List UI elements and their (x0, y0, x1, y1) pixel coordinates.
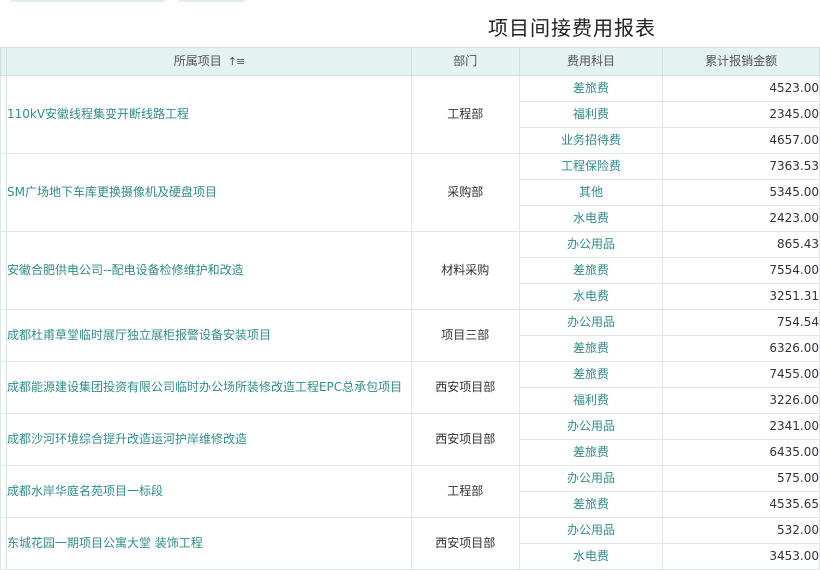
project-cell[interactable]: 成都水岸华庭名苑项目一标段 (5, 465, 412, 518)
header-department: 部门 (410, 47, 520, 76)
project-cell[interactable]: 成都杜甫草堂临时展厅独立展柜报警设备安装项目 (5, 309, 412, 362)
amount-cell: 6435.00 (662, 439, 820, 466)
amount-cell: 3226.00 (662, 387, 820, 414)
category-cell: 办公用品 (518, 309, 664, 336)
category-cell: 差旅费 (518, 361, 664, 388)
amount-cell: 4657.00 (662, 127, 820, 154)
department-cell: 采购部 (410, 153, 520, 232)
amount-cell: 865.43 (662, 231, 820, 258)
department-cell: 材料采购 (410, 231, 520, 310)
category-cell: 办公用品 (518, 517, 664, 544)
department-cell: 工程部 (410, 75, 520, 154)
amount-cell: 3251.31 (662, 283, 820, 310)
category-cell: 水电费 (518, 543, 664, 570)
amount-cell: 6326.00 (662, 335, 820, 362)
project-cell[interactable]: SM广场地下车库更换摄像机及硬盘项目 (5, 153, 412, 232)
amount-cell: 4523.00 (662, 75, 820, 102)
amount-cell: 5345.00 (662, 179, 820, 206)
report-title: 项目间接费用报表 (488, 16, 656, 40)
project-cell[interactable]: 110kV安徽线程集变开断线路工程 (5, 75, 412, 154)
category-cell: 福利费 (518, 387, 664, 414)
table-row: 成都杜甫草堂临时展厅独立展柜报警设备安装项目 项目三部 办公用品 754.54 (0, 309, 820, 362)
amount-cell: 2345.00 (662, 101, 820, 128)
category-cell: 办公用品 (518, 465, 664, 492)
category-cell: 水电费 (518, 283, 664, 310)
amount-cell: 7455.00 (662, 361, 820, 388)
project-cell[interactable]: 成都沙河环境综合提升改造运河护岸维修改造 (5, 413, 412, 466)
category-cell: 办公用品 (518, 231, 664, 258)
header-project-label: 所属项目 (173, 54, 222, 68)
department-cell: 西安项目部 (410, 361, 520, 414)
header-amount: 累计报销金额 (662, 47, 820, 76)
amount-cell: 7363.53 (662, 153, 820, 180)
category-cell: 工程保险费 (518, 153, 664, 180)
amount-cell: 575.00 (662, 465, 820, 492)
amount-cell: 754.54 (662, 309, 820, 336)
amount-cell: 4535.65 (662, 491, 820, 518)
category-cell: 差旅费 (518, 491, 664, 518)
category-cell: 办公用品 (518, 413, 664, 440)
category-cell: 差旅费 (518, 439, 664, 466)
amount-cell: 3453.00 (662, 543, 820, 570)
report-table: 所属项目 ↑≡ 部门 费用科目 累计报销金额 110kV安徽线程集变开断线路工程工… (0, 47, 820, 570)
project-cell[interactable]: 安徽合肥供电公司--配电设备检修维护和改造 (5, 231, 412, 310)
department-cell: 项目三部 (410, 309, 520, 362)
header-category: 费用科目 (518, 47, 664, 76)
table-header-row: 所属项目 ↑≡ 部门 费用科目 累计报销金额 (0, 47, 820, 76)
top-tab-indicator-secondary (178, 0, 245, 2)
department-cell: 工程部 (410, 465, 520, 518)
table-row: 成都能源建设集团投资有限公司临时办公场所装修改造工程EPC总承包项目 西安项目部差… (0, 361, 820, 414)
category-cell: 差旅费 (518, 257, 664, 284)
table-body: 110kV安徽线程集变开断线路工程 工程部 差旅费 4523.00 福利费 2345.00… (0, 75, 820, 570)
category-cell: 福利费 (518, 101, 664, 128)
category-cell: 其他 (518, 179, 664, 206)
sort-icon[interactable]: ↑≡ (228, 55, 245, 68)
amount-cell: 2423.00 (662, 205, 820, 232)
category-cell: 业务招待费 (518, 127, 664, 154)
table-row: 110kV安徽线程集变开断线路工程 工程部 差旅费 4523.00 (0, 75, 820, 154)
table-row: SM广场地下车库更换摄像机及硬盘项目 采购部 工程保险费 7363.53 (0, 153, 820, 232)
header-project[interactable]: 所属项目 ↑≡ (5, 47, 412, 76)
table-row: 安徽合肥供电公司--配电设备检修维护和改造 材料采购 办公用品 865.43 (0, 231, 820, 310)
amount-cell: 532.00 (662, 517, 820, 544)
top-divider (0, 0, 820, 4)
table-row: 成都沙河环境综合提升改造运河护岸维修改造 西安项目部 办公用品 2341.00 (0, 413, 820, 466)
project-cell[interactable]: 成都能源建设集团投资有限公司临时办公场所装修改造工程EPC总承包项目 (5, 361, 412, 414)
top-tab-indicator (10, 0, 165, 2)
table-row: 东城花园一期项目公寓大堂 装饰工程 西安项目部 办公用品 532.00 (0, 517, 820, 570)
category-cell: 水电费 (518, 205, 664, 232)
table-row: 成都水岸华庭名苑项目一标段 工程部 办公用品 575.00 (0, 465, 820, 518)
department-cell: 西安项目部 (410, 413, 520, 466)
category-cell: 差旅费 (518, 75, 664, 102)
amount-cell: 2341.00 (662, 413, 820, 440)
amount-cell: 7554.00 (662, 257, 820, 284)
category-cell: 差旅费 (518, 335, 664, 362)
